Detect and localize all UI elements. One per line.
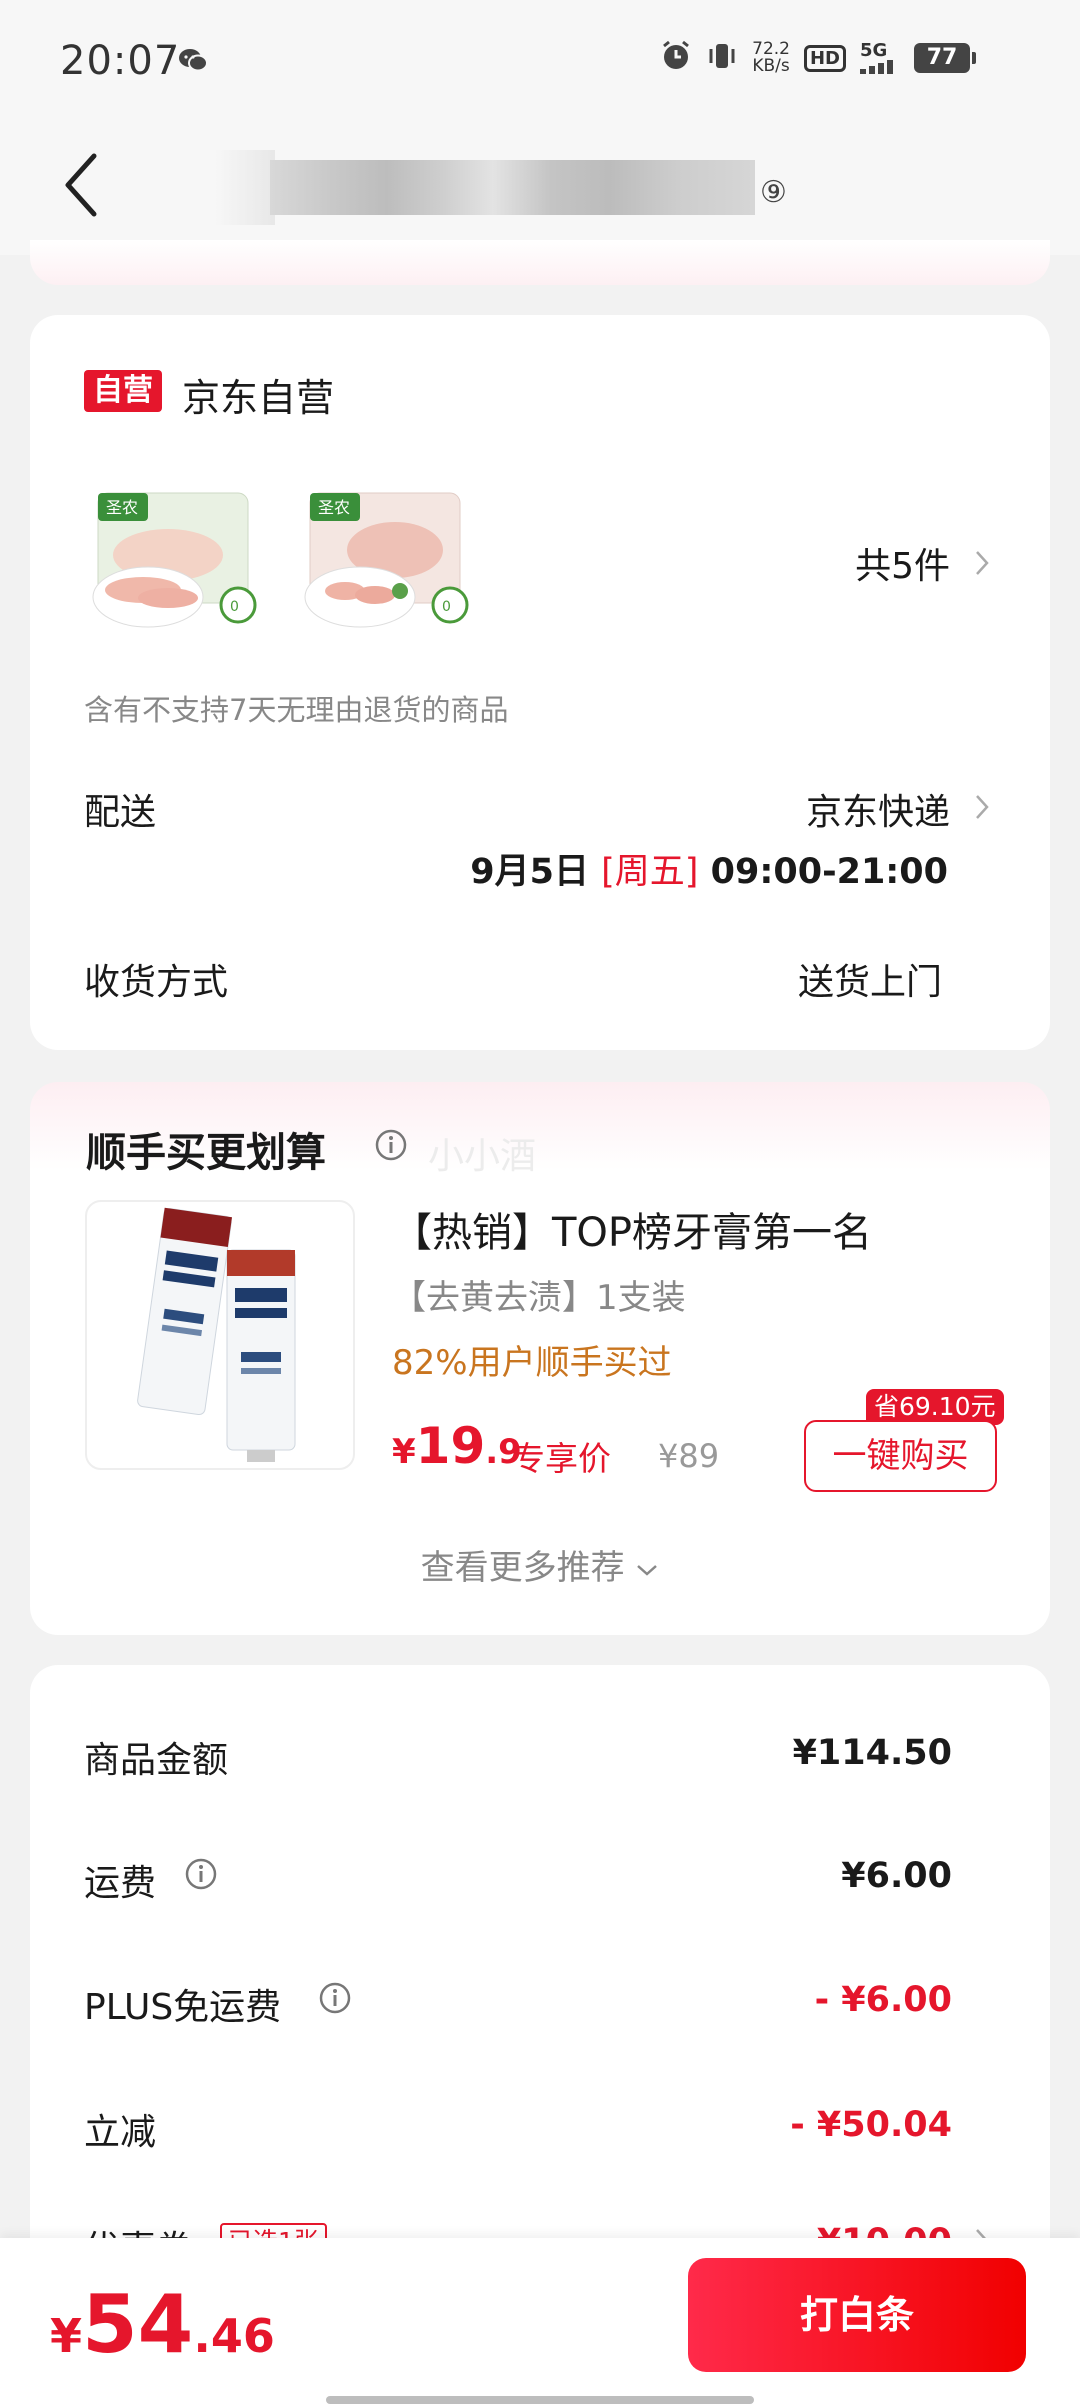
- back-button[interactable]: [60, 150, 110, 220]
- blurred-title: [270, 160, 755, 215]
- summary-label: 运费: [84, 1863, 157, 1904]
- receive-method-value[interactable]: 送货上门: [798, 953, 942, 1005]
- total-price: ¥54.46: [50, 2278, 275, 2371]
- hd-icon: HD: [803, 44, 846, 72]
- alarm-icon: [660, 40, 692, 76]
- chicken-breast-image[interactable]: 圣农 0: [88, 485, 263, 635]
- summary-value: ¥114.50: [792, 1733, 952, 1773]
- toothpaste-image[interactable]: [85, 1200, 355, 1470]
- chevron-right-icon[interactable]: [974, 549, 990, 577]
- original-price: ¥89: [658, 1437, 720, 1475]
- svg-text:0: 0: [230, 599, 239, 615]
- recommend-card: 顺手买更划算 小小酒 【热销】TOP榜牙膏第一名 【去黄去渍】1支装 82%用户…: [30, 1082, 1050, 1635]
- svg-text:圣农: 圣农: [106, 498, 138, 517]
- network-speed: 72.2 KB/s: [752, 39, 790, 76]
- wechat-icon: [178, 48, 208, 72]
- info-icon[interactable]: [184, 1857, 218, 1891]
- summary-value: ¥6.00: [841, 1856, 952, 1896]
- card-top-strip: [30, 240, 1050, 285]
- summary-label: 商品金额: [84, 1740, 229, 1781]
- svg-text:圣农: 圣农: [318, 498, 350, 517]
- signal-icon: 5G: [860, 42, 900, 74]
- chevron-right-icon[interactable]: [974, 793, 990, 821]
- total-item-count[interactable]: 共5件: [855, 537, 950, 589]
- receive-method-label: 收货方式: [84, 962, 229, 1003]
- home-indicator[interactable]: [326, 2396, 754, 2404]
- summary-label: PLUS免运费: [84, 1987, 282, 2028]
- summary-label: 立减: [84, 2112, 157, 2153]
- exclusive-price-tag: 专享价: [512, 1439, 611, 1478]
- chevron-down-icon: [637, 1564, 658, 1576]
- recommend-price: ¥19.9: [392, 1417, 522, 1475]
- one-click-buy-button[interactable]: 一键购买: [804, 1420, 997, 1492]
- status-bar: 20:07 72.2 KB/s HD 5G 77: [0, 0, 1080, 120]
- shop-card: 自营 京东自营 圣农 0 圣农 0 共5件 含有不支持7天无理由退货的商品 配送…: [30, 315, 1050, 1050]
- summary-value: - ¥50.04: [790, 2105, 952, 2145]
- svg-text:0: 0: [442, 599, 451, 615]
- header: ⑨: [0, 120, 1080, 255]
- shop-name: 京东自营: [182, 376, 335, 420]
- battery-icon: 77: [914, 43, 976, 73]
- more-recommend-button[interactable]: 查看更多推荐: [30, 1540, 1050, 1589]
- back-icon: [65, 153, 97, 217]
- header-title-tail: ⑨: [760, 175, 787, 210]
- status-time: 20:07: [60, 38, 181, 84]
- no-return-note: 含有不支持7天无理由退货的商品: [84, 693, 509, 727]
- info-icon[interactable]: [374, 1128, 408, 1162]
- vibrate-icon: [706, 40, 738, 76]
- watermark-text: 小小酒: [428, 1136, 537, 1177]
- info-icon[interactable]: [318, 1981, 352, 2015]
- bottom-bar: ¥54.46 打白条: [0, 2238, 1080, 2408]
- delivery-date[interactable]: 9月5日 [周五] 09:00-21:00: [470, 843, 948, 894]
- blurred-title-fade: [215, 150, 275, 225]
- recommend-product-sub: 【去黄去渍】1支装: [392, 1278, 686, 1318]
- self-operated-badge: 自营: [84, 370, 162, 412]
- delivery-method[interactable]: 京东快递: [806, 783, 950, 835]
- chicken-wings-image[interactable]: 圣农 0: [300, 485, 475, 635]
- pay-button[interactable]: 打白条: [688, 2258, 1026, 2372]
- summary-value: - ¥6.00: [814, 1980, 952, 2020]
- recommend-bought-note: 82%用户顺手买过: [392, 1343, 672, 1383]
- recommend-title: 顺手买更划算: [86, 1130, 326, 1176]
- delivery-label: 配送: [84, 792, 157, 833]
- recommend-product-name[interactable]: 【热销】TOP榜牙膏第一名: [392, 1200, 872, 1258]
